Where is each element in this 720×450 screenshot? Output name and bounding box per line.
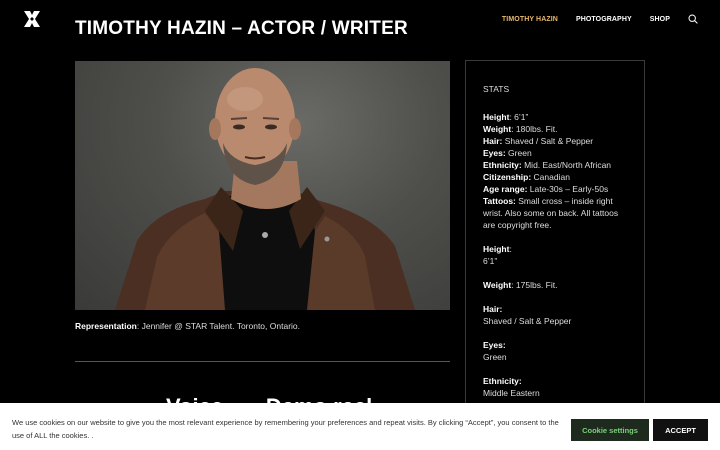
accept-button[interactable]: ACCEPT — [653, 419, 708, 441]
nav-item-shop[interactable]: SHOP — [650, 16, 670, 23]
stat2-ethnicity-value: Middle Eastern — [483, 388, 540, 398]
cookie-text: We use cookies on our website to give yo… — [12, 418, 559, 440]
cookie-settings-button[interactable]: Cookie settings — [571, 419, 649, 441]
cookie-banner: We use cookies on our website to give yo… — [0, 403, 720, 450]
stat2-height-value: 6’1” — [483, 256, 498, 266]
stat-eyes: Eyes: Green — [483, 148, 532, 158]
nav-item-timothy-hazin[interactable]: TIMOTHY HAZIN — [502, 16, 558, 23]
search-icon[interactable] — [688, 14, 698, 24]
stats-panel: STATS Height: 6’1” Weight: 180lbs. Fit. … — [465, 60, 645, 420]
nav-item-photography[interactable]: PHOTOGRAPHY — [576, 16, 632, 23]
stat-citizenship: Citizenship: Canadian — [483, 172, 570, 182]
stat-hair: Hair: Shaved / Salt & Pepper — [483, 136, 594, 146]
stat-tattoos: Tattoos: Small cross – inside right wris… — [483, 196, 619, 230]
representation-text: : Jennifer @ STAR Talent. Toronto, Ontar… — [136, 321, 300, 331]
stat-ethnicity: Ethnicity: Mid. East/North African — [483, 160, 612, 170]
stat2-weight: Weight: 175lbs. Fit. — [483, 280, 558, 290]
stat-weight: Weight: 180lbs. Fit. — [483, 124, 558, 134]
representation-line: Representation: Jennifer @ STAR Talent. … — [75, 321, 300, 331]
representation-label: Representation — [75, 321, 137, 331]
stat2-eyes: Eyes: — [483, 340, 506, 350]
portrait-photo — [75, 61, 450, 310]
x-logo-icon[interactable] — [22, 9, 42, 29]
stat2-eyes-value: Green — [483, 352, 507, 362]
stat2-ethnicity: Ethnicity: — [483, 376, 522, 386]
stats-heading: STATS — [483, 84, 510, 94]
stat-age-range: Age range: Late-30s – Early-50s — [483, 184, 609, 194]
page-title: TIMOTHY HAZIN – ACTOR / WRITER — [75, 18, 408, 39]
main-nav: TIMOTHY HAZIN PHOTOGRAPHY SHOP — [484, 14, 698, 24]
stat-height: Height: 6’1” — [483, 112, 529, 122]
stat2-hair-value: Shaved / Salt & Pepper — [483, 316, 572, 326]
stat2-height: Height: — [483, 244, 512, 254]
stat2-hair: Hair: — [483, 304, 503, 314]
divider — [75, 361, 450, 362]
